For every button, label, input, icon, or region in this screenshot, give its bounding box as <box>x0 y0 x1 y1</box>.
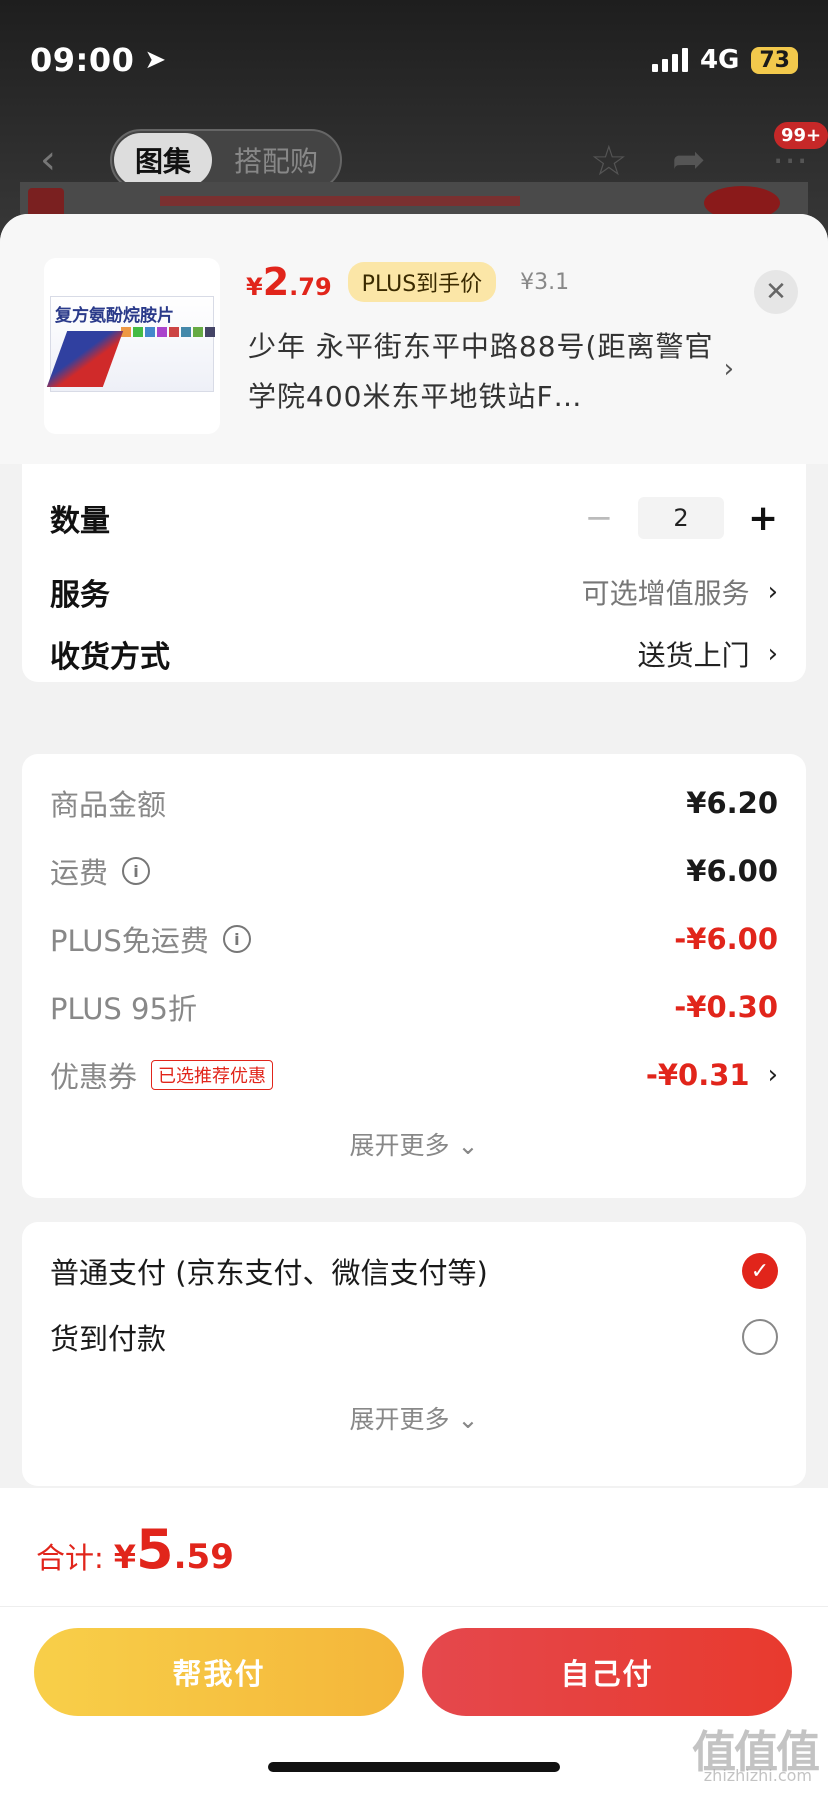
product-thumbnail[interactable]: 复方氨酚烷胺片 <box>44 258 220 434</box>
price-line-label: PLUS免运费 i <box>50 918 251 960</box>
purchase-sheet: 复方氨酚烷胺片 ¥ 2 .79 PLUS到手价 ¥3.1 ✕ 少年 永平街东平中… <box>0 214 828 1793</box>
address-chevron-right-icon[interactable]: › <box>724 354 734 384</box>
chevron-right-icon: › <box>767 639 778 669</box>
delivery-method-label: 收货方式 <box>50 640 170 675</box>
tab-bundle[interactable]: 搭配购 <box>212 140 340 180</box>
price-symbol: ¥ <box>246 273 263 301</box>
expand-label: 展开更多 <box>349 1131 450 1160</box>
chevron-right-icon: › <box>767 1060 778 1090</box>
quantity-input[interactable]: 2 <box>638 497 724 539</box>
status-time: 09:00 ➤ <box>30 41 167 79</box>
quantity-row: 数量 − 2 + <box>50 490 778 546</box>
price-line: 运费 i ¥6.00 <box>50 846 778 896</box>
price-line-value: -¥6.00 <box>674 922 778 956</box>
price-line-label: 运费 i <box>50 850 151 892</box>
total-dec: .59 <box>173 1537 234 1577</box>
delivery-method-value: 送货上门 › <box>638 634 778 674</box>
coupon-value-text: -¥0.31 <box>645 1058 750 1092</box>
delivery-method-row[interactable]: 收货方式 送货上门 › <box>50 626 778 682</box>
info-icon[interactable]: i <box>222 925 251 953</box>
price-int: 2 <box>262 260 290 304</box>
box-graphic <box>46 331 124 387</box>
product-name: 复方氨酚烷胺片 <box>55 306 174 326</box>
plus-free-shipping-label: PLUS免运费 <box>50 924 209 958</box>
radio-unchecked-icon[interactable] <box>742 1319 778 1355</box>
price-dec: .79 <box>289 273 332 301</box>
chevron-down-icon: ⌄ <box>457 1131 479 1160</box>
delivery-value-text: 送货上门 <box>637 639 750 672</box>
home-indicator[interactable] <box>268 1762 560 1772</box>
divider <box>0 1606 828 1607</box>
coupon-label: 优惠券 <box>50 1060 138 1094</box>
total-amount: 合计: ¥ 5 .59 <box>36 1518 234 1581</box>
expand-more-button[interactable]: 展开更多 ⌄ <box>22 1400 806 1436</box>
service-row[interactable]: 服务 可选增值服务 › <box>50 564 778 620</box>
location-arrow-icon: ➤ <box>144 45 167 75</box>
status-bar: 09:00 ➤ 4G 73 <box>30 38 798 82</box>
battery-icon: 73 <box>751 46 798 74</box>
tab-gallery[interactable]: 图集 <box>114 133 212 187</box>
network-type: 4G <box>699 45 740 75</box>
payment-option[interactable]: 货到付款 <box>50 1310 778 1364</box>
clock: 09:00 <box>30 41 135 79</box>
chevron-right-icon: › <box>767 577 778 607</box>
service-value-text: 可选增值服务 <box>581 577 750 610</box>
radio-checked-icon[interactable]: ✓ <box>742 1253 778 1289</box>
payment-option[interactable]: 普通支付 (京东支付、微信支付等) ✓ <box>50 1244 778 1298</box>
payment-option-label: 普通支付 (京东支付、微信支付等) <box>50 1256 488 1290</box>
price-line-label: 商品金额 <box>50 788 167 822</box>
total-int: 5 <box>136 1518 174 1581</box>
shipping-label: 运费 <box>50 856 109 890</box>
payment-option-label: 货到付款 <box>50 1322 167 1356</box>
service-value: 可选增值服务 › <box>582 572 778 612</box>
original-price: ¥3.1 <box>520 269 570 295</box>
price-line: PLUS 95折 -¥0.30 <box>50 982 778 1032</box>
increase-button[interactable]: + <box>748 498 778 539</box>
service-label: 服务 <box>50 578 110 613</box>
price-line-value: ¥6.00 <box>686 854 778 888</box>
favorite-star-icon[interactable]: ☆ <box>590 136 628 185</box>
price-line-label: 优惠券 已选推荐优惠 <box>50 1054 274 1096</box>
back-arrow-icon[interactable]: ‹ <box>40 137 56 183</box>
price-line: 商品金额 ¥6.20 <box>50 778 778 828</box>
watermark-url: zhizhizhi.com <box>703 1766 812 1785</box>
message-badge: 99+ <box>774 122 828 149</box>
signal-icon <box>651 48 688 72</box>
banner-text <box>160 196 520 206</box>
price-line-value: -¥0.30 <box>674 990 778 1024</box>
expand-more-button[interactable]: 展开更多 ⌄ <box>22 1126 806 1162</box>
quantity-label: 数量 <box>50 504 110 539</box>
plus-price: ¥ 2 .79 <box>246 260 332 304</box>
plus-price-tag: PLUS到手价 <box>347 262 497 302</box>
coupon-value: -¥0.31 › <box>646 1058 778 1092</box>
price-line-value: ¥6.20 <box>686 786 778 820</box>
coupon-badge: 已选推荐优惠 <box>151 1060 274 1090</box>
close-icon[interactable]: ✕ <box>754 270 798 314</box>
options-card: 数量 − 2 + 服务 可选增值服务 › 收货方式 送货上门 › <box>22 464 806 682</box>
price-line-label: PLUS 95折 <box>50 992 197 1026</box>
pay-myself-button[interactable]: 自己付 <box>422 1628 792 1716</box>
chevron-down-icon: ⌄ <box>457 1405 479 1434</box>
product-header: 复方氨酚烷胺片 ¥ 2 .79 PLUS到手价 ¥3.1 ✕ 少年 永平街东平中… <box>0 214 828 464</box>
decrease-button[interactable]: − <box>584 498 614 538</box>
expand-label: 展开更多 <box>349 1405 450 1434</box>
total-symbol: ¥ <box>113 1538 137 1576</box>
info-icon[interactable]: i <box>122 857 151 885</box>
help-me-pay-button[interactable]: 帮我付 <box>34 1628 404 1716</box>
price-line: PLUS免运费 i -¥6.00 <box>50 914 778 964</box>
price-row: ¥ 2 .79 PLUS到手价 ¥3.1 <box>246 260 569 304</box>
color-strip <box>121 327 215 337</box>
coupon-row[interactable]: 优惠券 已选推荐优惠 -¥0.31 › <box>50 1050 778 1100</box>
medicine-box-image: 复方氨酚烷胺片 <box>46 296 215 392</box>
quantity-stepper: − 2 + <box>584 497 778 539</box>
pricing-card: 商品金额 ¥6.20 运费 i ¥6.00 PLUS免运费 i -¥6.00 P… <box>22 754 806 1198</box>
share-icon[interactable]: ➦ <box>672 137 706 183</box>
total-label: 合计: <box>36 1541 104 1575</box>
payment-card: 普通支付 (京东支付、微信支付等) ✓ 货到付款 展开更多 ⌄ <box>22 1222 806 1486</box>
delivery-address[interactable]: 少年 永平街东平中路88号(距离警官学院400米东平地铁站F… <box>248 322 716 422</box>
